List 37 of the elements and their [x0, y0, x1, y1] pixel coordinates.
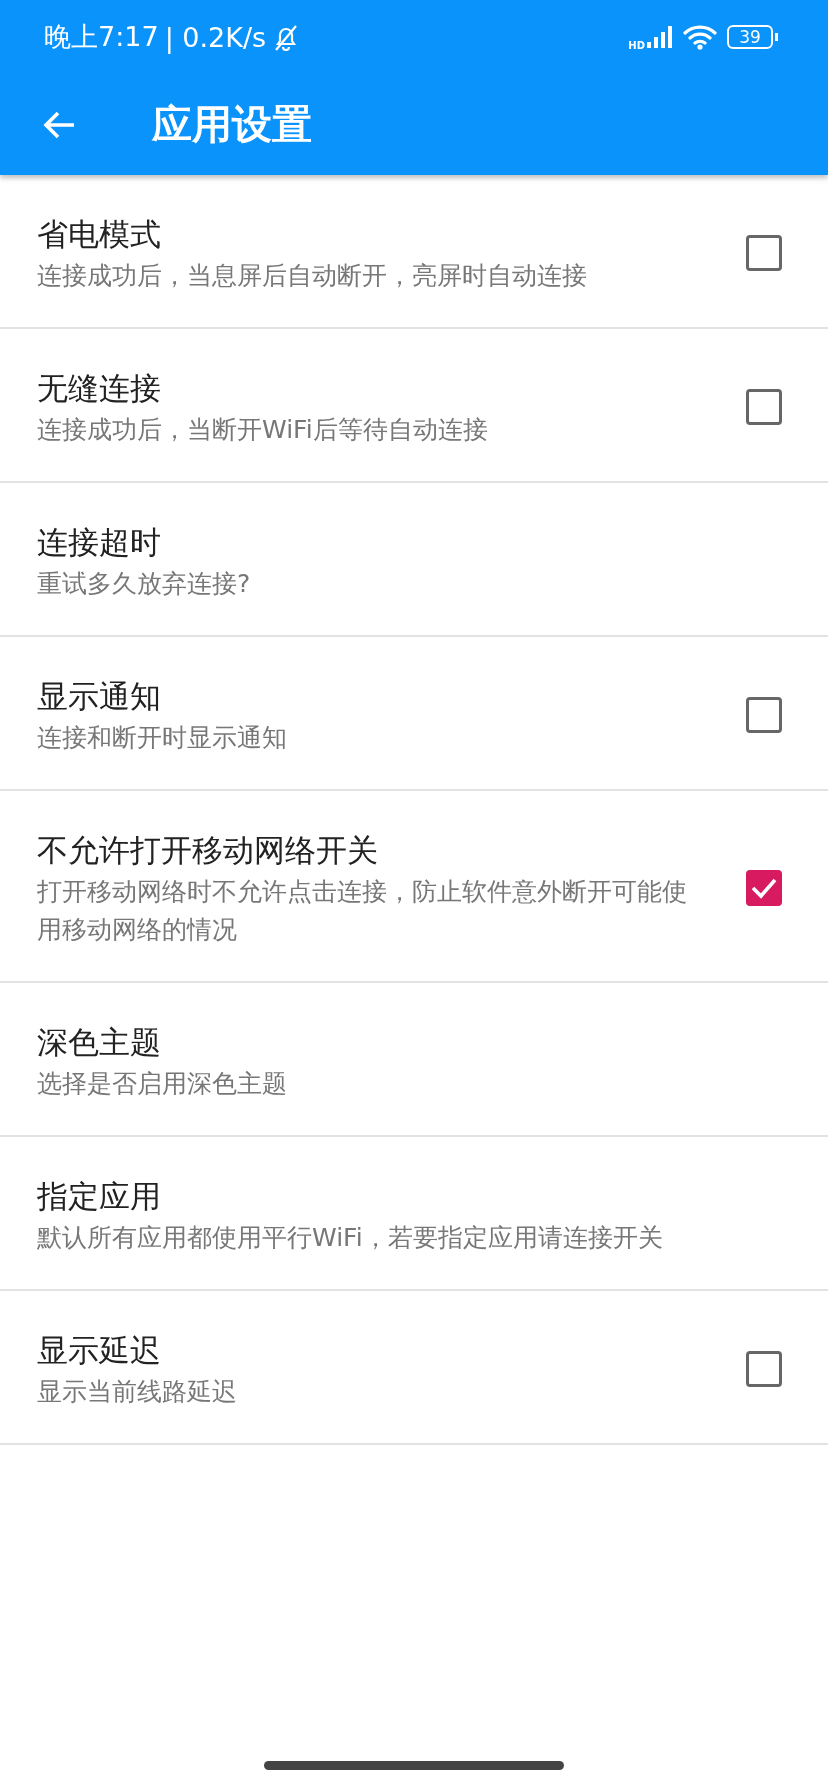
setting-summary: 显示当前线路延迟 [37, 1376, 238, 1408]
setting-title: 指定应用 [37, 1177, 162, 1216]
checkbox[interactable] [746, 235, 782, 271]
setting-row[interactable]: 无缝连接 连接成功后，当断开WiFi后等待自动连接 [0, 329, 828, 483]
setting-title: 不允许打开移动网络开关 [37, 831, 379, 870]
setting-title: 连接超时 [37, 523, 162, 562]
setting-title: 无缝连接 [37, 369, 162, 408]
network-label: HD [628, 39, 645, 51]
setting-summary: 选择是否启用深色主题 [37, 1068, 288, 1100]
screen-title: 应用设置 [152, 100, 312, 149]
setting-title: 显示通知 [37, 677, 162, 716]
setting-summary: 连接成功后，当息屏后自动断开，亮屏时自动连接 [37, 260, 588, 292]
setting-summary: 重试多久放弃连接? [37, 568, 252, 600]
setting-row[interactable]: 显示延迟 显示当前线路延迟 [0, 1291, 828, 1445]
setting-title: 深色主题 [37, 1023, 162, 1062]
checkbox[interactable] [746, 1351, 782, 1387]
setting-row[interactable]: 显示通知 连接和断开时显示通知 [0, 637, 828, 791]
setting-summary: 默认所有应用都使用平行WiFi，若要指定应用请连接开关 [37, 1222, 664, 1254]
setting-summary: 连接和断开时显示通知 [37, 722, 288, 754]
checkbox[interactable] [746, 389, 782, 425]
setting-row[interactable]: 连接超时 重试多久放弃连接? [0, 483, 828, 637]
network-speed: | 0.2K/s [164, 21, 267, 53]
setting-row[interactable]: 省电模式 连接成功后，当息屏后自动断开，亮屏时自动连接 [0, 175, 828, 329]
wifi-icon [683, 24, 717, 50]
setting-row[interactable]: 不允许打开移动网络开关 打开移动网络时不允许点击连接，防止软件意外断开可能使用移动网络的情况 [0, 791, 828, 983]
checkmark-icon [750, 877, 778, 899]
checkbox[interactable] [746, 870, 782, 906]
back-arrow-icon [42, 109, 76, 140]
checkbox[interactable] [746, 697, 782, 733]
status-time: 晚上7:17 [44, 20, 159, 54]
signal-icon [647, 26, 673, 48]
setting-title: 省电模式 [37, 215, 162, 254]
setting-summary: 打开移动网络时不允许点击连接，防止软件意外断开可能使用移动网络的情况 [37, 876, 688, 946]
setting-row[interactable]: 深色主题 选择是否启用深色主题 [0, 983, 828, 1137]
setting-title: 显示延迟 [37, 1331, 162, 1370]
setting-row[interactable]: 指定应用 默认所有应用都使用平行WiFi，若要指定应用请连接开关 [0, 1137, 828, 1291]
setting-summary: 连接成功后，当断开WiFi后等待自动连接 [37, 414, 489, 446]
